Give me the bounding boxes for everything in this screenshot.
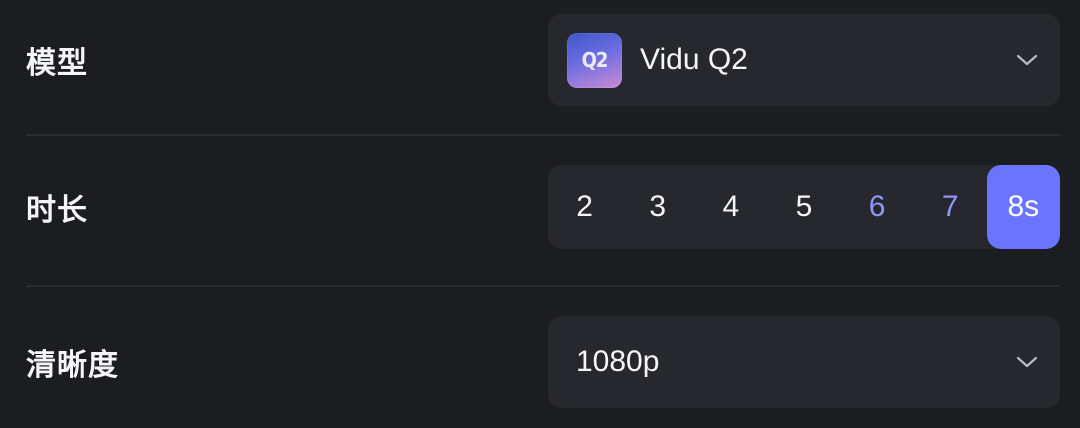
duration-option-2[interactable]: 2	[548, 165, 621, 249]
model-logo: Q2	[567, 32, 622, 88]
duration-label: 时长	[26, 193, 88, 228]
resolution-value: 1080p	[576, 345, 660, 378]
duration-option-4[interactable]: 4	[694, 165, 767, 249]
model-select[interactable]: Q2 Vidu Q2	[548, 14, 1060, 106]
divider	[26, 285, 1060, 287]
chevron-down-icon[interactable]	[1014, 349, 1040, 375]
duration-option-7[interactable]: 7	[914, 165, 987, 249]
chevron-down-icon[interactable]	[1014, 47, 1040, 73]
duration-row: 时长 2 3 4 5 6 7 8s	[26, 165, 1060, 249]
model-label: 模型	[26, 46, 88, 81]
divider	[26, 134, 1060, 136]
resolution-select[interactable]: 1080p	[548, 316, 1060, 408]
duration-option-8s[interactable]: 8s	[986, 165, 1060, 249]
duration-option-3[interactable]: 3	[621, 165, 694, 249]
resolution-label: 清晰度	[26, 348, 119, 383]
model-row: 模型 Q2 Vidu Q2	[26, 14, 1060, 106]
duration-option-6[interactable]: 6	[841, 165, 914, 249]
duration-segmented-control: 2 3 4 5 6 7 8s	[548, 165, 1060, 249]
duration-option-5[interactable]: 5	[767, 165, 840, 249]
model-value: Vidu Q2	[640, 43, 748, 76]
resolution-row: 清晰度 1080p	[26, 316, 1060, 408]
